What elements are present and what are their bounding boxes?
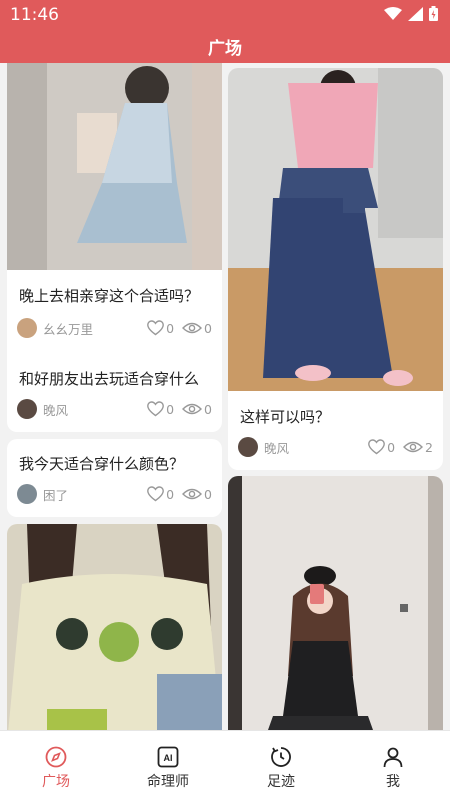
compass-icon [45, 746, 67, 768]
page-title: 广场 [208, 39, 242, 59]
tab-label: 广场 [42, 774, 70, 790]
post-feed[interactable]: 晚上去相亲穿这个合适吗？ 幺幺万里 0 0 和好朋友出去玩适合穿什么 晚风 0 [0, 63, 450, 730]
view-count: 0 [204, 486, 212, 502]
tab-label: 我 [386, 774, 400, 790]
heart-icon [147, 320, 164, 336]
post-text: 和好朋友出去玩适合穿什么 [19, 370, 200, 388]
post-meta: 晚风 0 0 [17, 398, 212, 420]
post-card[interactable] [7, 524, 222, 730]
post-meta: 晚风 0 2 [238, 436, 433, 458]
views-stat: 0 [182, 321, 212, 336]
view-count: 0 [204, 401, 212, 417]
avatar[interactable] [17, 484, 37, 504]
history-icon [271, 747, 291, 767]
tab-fortune-teller[interactable]: AI 命理师 [112, 731, 224, 801]
post-author[interactable]: 困了 [43, 485, 139, 504]
views-stat: 0 [182, 402, 212, 417]
tab-me[interactable]: 我 [337, 731, 449, 801]
tab-plaza[interactable]: 广场 [0, 731, 112, 801]
view-count: 2 [425, 439, 433, 455]
eye-icon [182, 322, 203, 334]
bottom-tab-bar: 广场 AI 命理师 足迹 我 [0, 730, 450, 801]
post-card[interactable]: 我今天适合穿什么颜色？ 困了 0 0 [7, 439, 222, 517]
wifi-icon [384, 6, 402, 20]
post-photo[interactable] [228, 476, 443, 730]
like-button[interactable]: 0 [147, 486, 174, 502]
like-count: 0 [166, 401, 175, 417]
post-photo[interactable] [7, 524, 222, 730]
views-stat: 2 [403, 440, 433, 455]
avatar[interactable] [238, 437, 258, 457]
post-meta: 幺幺万里 0 0 [17, 317, 212, 339]
post-card[interactable]: 和好朋友出去玩适合穿什么 晚风 0 0 [7, 354, 222, 432]
like-count: 0 [166, 320, 175, 336]
status-time: 11:46 [10, 5, 59, 25]
post-photo[interactable] [7, 63, 222, 270]
battery-icon [429, 6, 438, 21]
post-author[interactable]: 晚风 [264, 438, 360, 457]
signal-icon [408, 6, 423, 21]
heart-icon [147, 486, 164, 502]
like-button[interactable]: 0 [147, 401, 174, 417]
eye-icon [182, 488, 203, 500]
title-bar: 广场 [0, 28, 450, 63]
view-count: 0 [204, 320, 212, 336]
like-count: 0 [166, 486, 175, 502]
tab-footprints[interactable]: 足迹 [225, 731, 337, 801]
post-photo[interactable] [228, 68, 443, 391]
eye-icon [182, 403, 203, 415]
user-icon [383, 747, 403, 768]
like-count: 0 [387, 439, 396, 455]
post-card[interactable] [228, 476, 443, 730]
views-stat: 0 [182, 487, 212, 502]
like-button[interactable]: 0 [368, 439, 395, 455]
avatar[interactable] [17, 318, 37, 338]
heart-icon [368, 439, 385, 455]
post-text: 我今天适合穿什么颜色？ [19, 455, 185, 473]
post-card[interactable]: 这样可以吗？ 晚风 0 2 [228, 68, 443, 470]
like-button[interactable]: 0 [147, 320, 174, 336]
post-text: 这样可以吗？ [240, 408, 331, 426]
avatar[interactable] [17, 399, 37, 419]
post-meta: 困了 0 0 [17, 483, 212, 505]
tab-label: 足迹 [267, 774, 295, 790]
post-text: 晚上去相亲穿这个合适吗？ [19, 287, 200, 305]
post-author[interactable]: 幺幺万里 [43, 319, 139, 338]
tab-label: 命理师 [147, 774, 189, 790]
heart-icon [147, 401, 164, 417]
ai-icon: AI [157, 746, 179, 768]
status-icons [384, 6, 438, 21]
svg-text:AI: AI [164, 753, 173, 763]
eye-icon [403, 441, 424, 453]
post-author[interactable]: 晚风 [43, 400, 139, 419]
status-bar: 11:46 [0, 0, 450, 28]
